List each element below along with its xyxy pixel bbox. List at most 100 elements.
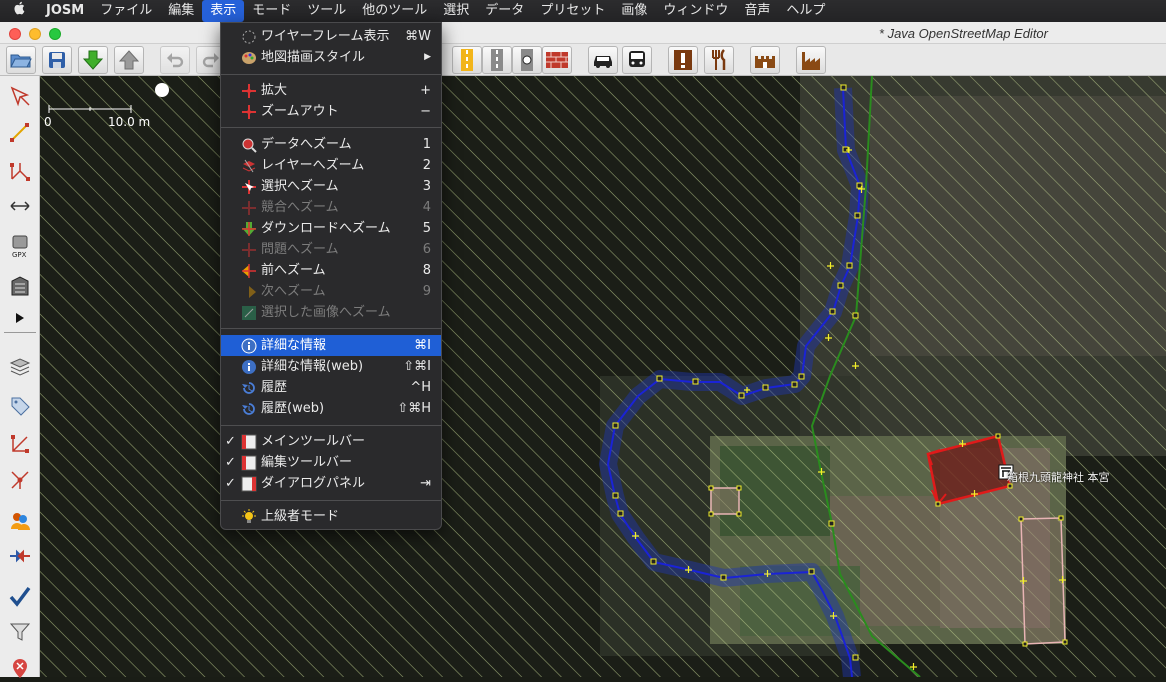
menu-item-zoom-data[interactable]: データへズーム 1 — [221, 134, 441, 155]
poi-label: 箱根九頭龍神社 本宮 — [1007, 471, 1110, 484]
checkmark-icon: ✓ — [225, 455, 236, 470]
restaurant-icon[interactable] — [704, 46, 734, 74]
menu-item-zoom-problem[interactable]: 問題へズーム 6 — [221, 239, 441, 260]
parallel-tool-icon[interactable] — [6, 192, 34, 220]
relation-icon[interactable] — [6, 430, 34, 458]
menu-item-zoom-next[interactable]: 次へズーム 9 — [221, 281, 441, 302]
menu-view[interactable]: 表示 — [202, 0, 245, 22]
edit-toolbar: GPX — [0, 76, 40, 678]
zoom-in-icon — [242, 84, 256, 98]
menu-item-zoom-out[interactable]: ズームアウト − — [221, 101, 441, 122]
lane-gray-icon[interactable] — [482, 46, 512, 74]
menu-selection[interactable]: 選択 — [435, 0, 477, 22]
history-icon — [242, 403, 255, 415]
filter-icon[interactable] — [6, 618, 34, 646]
warning-icon[interactable] — [668, 46, 698, 74]
select-tool-icon[interactable] — [6, 82, 34, 110]
info-icon — [241, 338, 257, 354]
tags-icon[interactable] — [6, 392, 34, 420]
expand-icon[interactable] — [6, 304, 34, 332]
castle-icon[interactable] — [750, 46, 780, 74]
building-tool-icon[interactable] — [6, 272, 34, 300]
bulb-icon — [242, 509, 256, 523]
menu-file[interactable]: ファイル — [92, 0, 160, 22]
menu-imagery[interactable]: 画像 — [613, 0, 655, 22]
authors-icon[interactable] — [6, 506, 34, 534]
dialog-panel-icon — [241, 476, 257, 492]
menu-item-zoom-image[interactable]: 選択した画像へズーム — [221, 302, 441, 323]
menu-item-zoom-in[interactable]: 拡大 + — [221, 80, 441, 101]
notes-icon[interactable] — [6, 654, 34, 682]
zoom-conflict-icon — [242, 201, 256, 215]
zoom-selection-icon — [242, 180, 256, 194]
history-icon — [242, 382, 255, 394]
undo-icon[interactable] — [160, 46, 190, 74]
main-toolbar — [0, 44, 1166, 76]
map-canvas[interactable] — [40, 76, 1166, 677]
close-window-icon[interactable] — [9, 28, 21, 40]
bus-icon[interactable] — [622, 46, 652, 74]
menu-item-dialog-panel[interactable]: ✓ ダイアログパネル ⇥ — [221, 473, 441, 494]
menu-item-zoom-previous[interactable]: 前へズーム 8 — [221, 260, 441, 281]
menu-item-zoom-selection[interactable]: 選択へズーム 3 — [221, 176, 441, 197]
map-view[interactable]: 箱根九頭龍神社 本宮 — [40, 76, 1166, 677]
menu-item-edit-toolbar[interactable]: ✓ 編集ツールバー — [221, 452, 441, 473]
menu-item-main-toolbar[interactable]: ✓ メインツールバー — [221, 431, 441, 452]
zoom-window-icon[interactable] — [49, 28, 61, 40]
checkmark-icon: ✓ — [225, 434, 236, 449]
menu-mode[interactable]: モード — [244, 0, 299, 22]
menu-item-zoom-layer[interactable]: レイヤーへズーム 2 — [221, 155, 441, 176]
upload-icon[interactable] — [114, 46, 144, 74]
zoom-layer-icon — [242, 159, 256, 173]
palette-icon — [242, 52, 256, 64]
menu-presets[interactable]: プリセット — [532, 0, 613, 22]
view-menu-dropdown: ワイヤーフレーム表示 ⌘W 地図描画スタイル ▶ 拡大 + ズームアウト − データへズ… — [220, 22, 442, 530]
conflict-icon[interactable] — [6, 542, 34, 570]
menu-item-history[interactable]: 履歴 ^H — [221, 377, 441, 398]
improve-way-icon[interactable] — [6, 158, 34, 186]
wireframe-icon — [242, 30, 256, 44]
download-icon[interactable] — [78, 46, 108, 74]
zoom-out-icon — [242, 105, 256, 119]
save-icon[interactable] — [42, 46, 72, 74]
draw-tool-icon[interactable] — [6, 118, 34, 146]
checkmark-icon: ✓ — [225, 476, 236, 491]
menu-item-zoom-download[interactable]: ダウンロードへズーム 5 — [221, 218, 441, 239]
check-icon[interactable] — [6, 582, 34, 610]
wall-icon[interactable] — [542, 46, 572, 74]
gpx-icon[interactable]: GPX — [6, 232, 34, 260]
car-icon[interactable] — [588, 46, 618, 74]
zoom-problem-icon — [242, 243, 256, 257]
menu-item-zoom-conflict[interactable]: 競合へズーム 4 — [221, 197, 441, 218]
window-title: * Java OpenStreetMap Editor — [878, 26, 1048, 41]
menu-item-map-style[interactable]: 地図描画スタイル ▶ — [221, 47, 441, 68]
svg-text:GPX: GPX — [12, 251, 27, 258]
open-icon[interactable] — [6, 46, 36, 74]
menu-data[interactable]: データ — [477, 0, 532, 22]
scale-start-label: 0 — [44, 115, 52, 129]
menu-item-advanced-info[interactable]: 詳細な情報 ⌘I — [221, 335, 441, 356]
minimize-window-icon[interactable] — [29, 28, 41, 40]
toolbar-icon — [241, 455, 257, 471]
compass-dot-icon[interactable] — [155, 83, 169, 97]
menu-item-wireframe[interactable]: ワイヤーフレーム表示 ⌘W — [221, 26, 441, 47]
menu-item-history-web[interactable]: 履歴(web) ⇧⌘H — [221, 398, 441, 419]
menu-item-advanced-info-web[interactable]: 詳細な情報(web) ⇧⌘I — [221, 356, 441, 377]
apple-menu-icon[interactable] — [0, 0, 38, 22]
app-menu[interactable]: JOSM — [38, 0, 92, 22]
traffic-signal-icon[interactable] — [512, 46, 542, 74]
menu-help[interactable]: ヘルプ — [778, 0, 833, 22]
layers-icon[interactable] — [6, 352, 34, 380]
factory-icon[interactable] — [796, 46, 826, 74]
menu-item-expert-mode[interactable]: 上級者モード — [221, 506, 441, 527]
menu-more-tools[interactable]: 他のツール — [354, 0, 435, 22]
menu-tools[interactable]: ツール — [299, 0, 354, 22]
validator-icon[interactable] — [6, 466, 34, 494]
zoom-download-icon — [242, 222, 256, 236]
window-titlebar: * Java OpenStreetMap Editor — [0, 22, 1166, 44]
lane-yellow-icon[interactable] — [452, 46, 482, 74]
menu-edit[interactable]: 編集 — [160, 0, 202, 22]
toolbar-icon — [241, 434, 257, 450]
menu-audio[interactable]: 音声 — [736, 0, 778, 22]
menu-windows[interactable]: ウィンドウ — [655, 0, 736, 22]
